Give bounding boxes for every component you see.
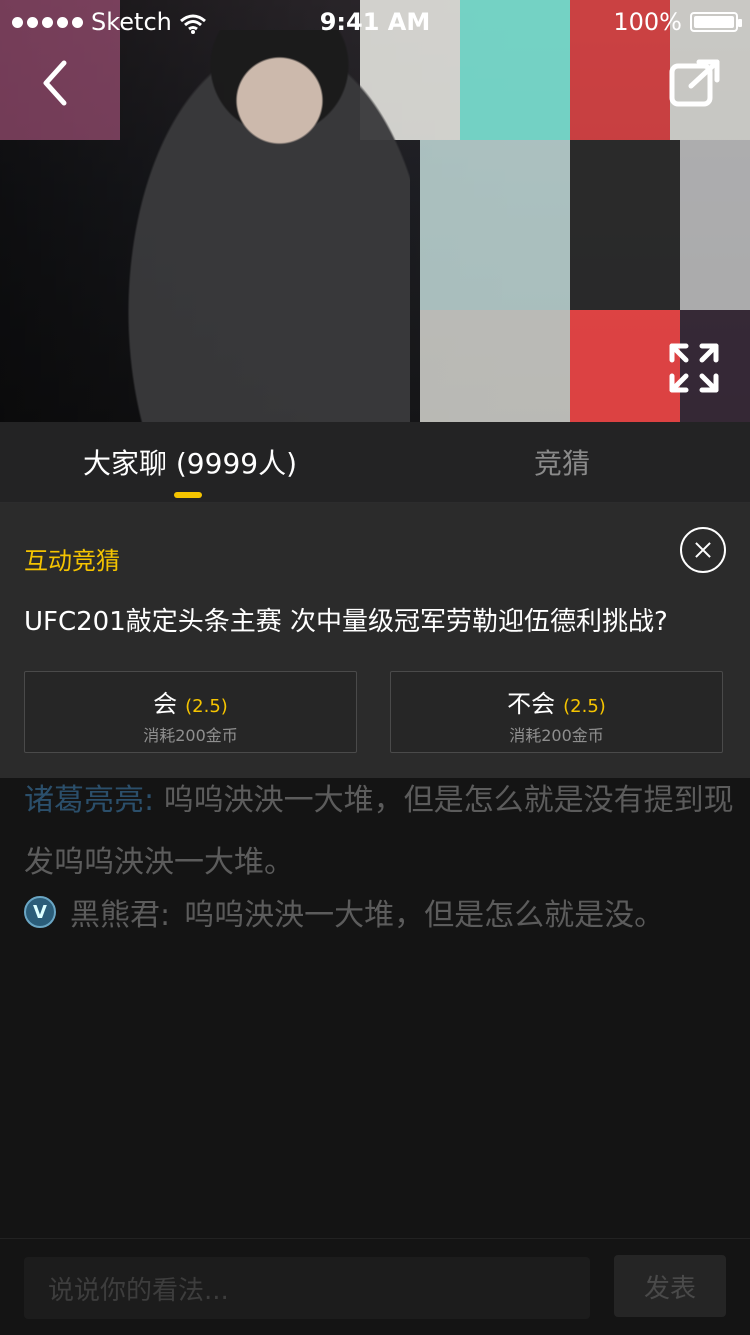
chat-text: 呜呜泱泱一大堆，但是怎么就是没。 [184,898,665,933]
background-tile [570,310,680,422]
tab-quiz[interactable]: 竞猜 [412,422,712,502]
status-bar: Sketch 9:41 AM 100% [0,0,750,40]
quiz-option-yes[interactable]: 会 (2.5) 消耗200金币 [24,671,357,753]
option-odds: (2.5) [185,696,228,717]
option-line: 会 (2.5) [25,684,356,719]
close-icon[interactable] [680,527,726,573]
fullscreen-icon [669,343,719,393]
speaker-figure [120,30,410,422]
quiz-title: 互动竞猜 [24,547,120,575]
option-odds: (2.5) [563,696,606,717]
quiz-question: UFC201敲定头条主赛 次中量级冠军劳勒迎伍德利挑战? [24,607,668,637]
option-cost: 消耗200金币 [143,726,238,745]
fullscreen-button[interactable] [666,340,722,396]
background-tile [570,140,680,310]
verified-badge-icon: V [24,896,56,928]
option-label: 不会 [507,690,556,718]
chevron-left-icon [43,60,67,106]
comment-composer: 说说你的看法... 发表 [0,1238,750,1335]
battery-percent: 100% [613,8,682,36]
share-button[interactable] [660,54,730,114]
video-player[interactable]: Sketch 9:41 AM 100% [0,0,750,422]
chat-username[interactable]: 诸葛亮亮: [24,783,154,818]
tab-chat[interactable]: 大家聊 (9999人) [40,422,340,502]
quiz-option-no[interactable]: 不会 (2.5) 消耗200金币 [390,671,723,753]
back-button[interactable] [30,56,80,110]
option-line: 不会 (2.5) [391,684,722,719]
tab-bar: 大家聊 (9999人) 竞猜 [0,422,750,503]
battery-status: 100% [613,8,742,36]
chat-username[interactable]: 黑熊君: [70,890,170,934]
option-label: 会 [153,690,178,718]
background-tile [420,310,570,422]
quiz-panel: 互动竞猜 UFC201敲定头条主赛 次中量级冠军劳勒迎伍德利挑战? 会 (2.5)… [0,503,750,778]
background-tile [420,140,570,310]
comment-input[interactable]: 说说你的看法... [24,1257,590,1319]
share-icon [669,59,720,107]
send-button[interactable]: 发表 [614,1255,726,1317]
chat-message-1: 诸葛亮亮: 呜呜泱泱一大堆，但是怎么就是没有提到现发呜呜泱泱一大堆。 [24,770,734,894]
option-cost: 消耗200金币 [509,726,604,745]
background-tile [680,140,750,310]
chat-message-2: V 黑熊君: 呜呜泱泱一大堆，但是怎么就是没。 [24,890,664,934]
active-tab-indicator [174,492,202,498]
battery-icon [690,12,742,32]
